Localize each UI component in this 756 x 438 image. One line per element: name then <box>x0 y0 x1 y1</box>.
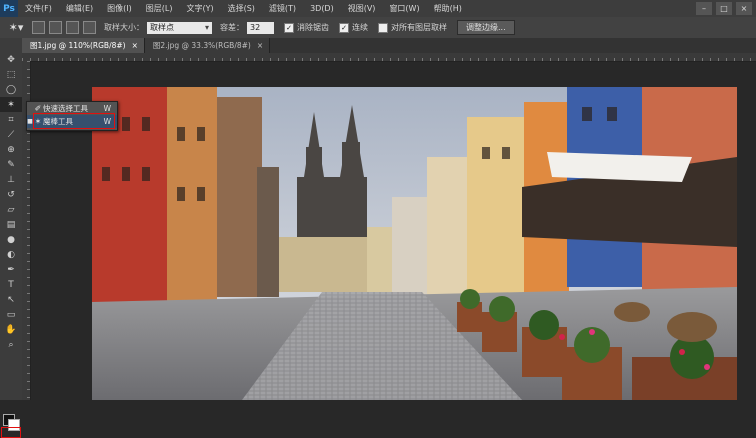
tab-image1-close-icon[interactable]: × <box>132 38 138 53</box>
tool-highlight-box <box>1 427 21 438</box>
menu-layer[interactable]: 图层(L) <box>139 0 180 17</box>
sample-all-layers-option[interactable]: 对所有图层取样 <box>378 22 447 33</box>
photoshop-logo: Ps <box>0 0 18 17</box>
healing-brush-icon[interactable]: ⊕ <box>0 142 22 157</box>
tab-image2-label: 图2.jpg @ 33.3%(RGB/8#) <box>152 41 251 50</box>
move-tool-icon[interactable]: ✥ <box>0 52 22 67</box>
document-canvas[interactable] <box>92 87 737 400</box>
street-photo <box>92 87 737 400</box>
pen-tool-icon[interactable]: ✒ <box>0 262 22 277</box>
tab-image1-label: 图1.jpg @ 110%(RGB/8#) <box>30 41 126 50</box>
eyedropper-tool-icon[interactable]: ⟋ <box>0 127 22 142</box>
antialias-option[interactable]: ✓ 消除锯齿 <box>284 22 329 33</box>
sample-size-label: 取样大小： <box>104 23 144 32</box>
menu-type[interactable]: 文字(Y) <box>179 0 220 17</box>
menu-3d[interactable]: 3D(D) <box>303 0 341 17</box>
dodge-tool-icon[interactable]: ◐ <box>0 247 22 262</box>
close-button[interactable]: × <box>736 2 752 15</box>
tolerance-input[interactable]: 32 <box>247 21 274 34</box>
new-selection-icon[interactable] <box>32 21 45 34</box>
contiguous-label: 连续 <box>352 23 368 32</box>
window-controls: – □ × <box>696 0 752 17</box>
gradient-tool-icon[interactable]: ▤ <box>0 217 22 232</box>
toolbox-header <box>0 38 22 52</box>
tab-image2[interactable]: 图2.jpg @ 33.3%(RGB/8#) × <box>144 38 271 53</box>
refine-edge-button[interactable]: 调整边缘... <box>457 20 515 35</box>
contiguous-checkbox[interactable]: ✓ <box>339 22 349 33</box>
tab-image1[interactable]: 图1.jpg @ 110%(RGB/8#) × <box>22 38 145 53</box>
eraser-tool-icon[interactable]: ▱ <box>0 202 22 217</box>
contiguous-option[interactable]: ✓ 连续 <box>339 22 368 33</box>
quick-selection-icon: ✐ <box>34 104 42 113</box>
magic-wand-preset-icon[interactable]: ✶▾ <box>4 19 28 37</box>
document-tab-bar: 图1.jpg @ 110%(RGB/8#) × 图2.jpg @ 33.3%(R… <box>22 38 756 53</box>
menu-file[interactable]: 文件(F) <box>18 0 59 17</box>
shortcut-key: W <box>103 104 111 113</box>
marquee-tool-icon[interactable]: ⬚ <box>0 67 22 82</box>
antialias-label: 消除锯齿 <box>297 23 329 32</box>
menu-window[interactable]: 窗口(W) <box>382 0 426 17</box>
magic-wand-tool-icon[interactable]: ✶ <box>0 97 22 112</box>
flyout-highlight-box <box>33 113 115 129</box>
intersect-selection-icon[interactable] <box>83 21 96 34</box>
minimize-button[interactable]: – <box>696 2 712 15</box>
menu-view[interactable]: 视图(V) <box>341 0 383 17</box>
blur-tool-icon[interactable]: ● <box>0 232 22 247</box>
subtract-from-selection-icon[interactable] <box>66 21 79 34</box>
clone-stamp-icon[interactable]: ⊥ <box>0 172 22 187</box>
history-brush-icon[interactable]: ↺ <box>0 187 22 202</box>
toolbox: ✥ ⬚ ◯ ✶ ⌗ ⟋ ⊕ ✎ ⊥ ↺ ▱ ▤ ● ◐ ✒ T ↖ ▭ ✋ ⌕ <box>0 38 23 438</box>
sample-all-layers-checkbox[interactable] <box>378 22 388 33</box>
tab-image2-close-icon[interactable]: × <box>257 38 263 53</box>
options-bar: ✶▾ 取样大小： 取样点 容差： 32 ✓ 消除锯齿 ✓ 连续 对所有图层取样 … <box>0 17 756 39</box>
path-selection-icon[interactable]: ↖ <box>0 292 22 307</box>
menu-bar: Ps 文件(F) 编辑(E) 图像(I) 图层(L) 文字(Y) 选择(S) 滤… <box>0 0 756 17</box>
tolerance-label: 容差： <box>220 23 244 32</box>
shape-tool-icon[interactable]: ▭ <box>0 307 22 322</box>
crop-tool-icon[interactable]: ⌗ <box>0 112 22 127</box>
antialias-checkbox[interactable]: ✓ <box>284 22 294 33</box>
sample-all-layers-label: 对所有图层取样 <box>391 23 447 32</box>
hand-tool-icon[interactable]: ✋ <box>0 322 22 337</box>
menu-image[interactable]: 图像(I) <box>100 0 139 17</box>
sample-size-select[interactable]: 取样点 <box>147 21 212 34</box>
menu-edit[interactable]: 编辑(E) <box>59 0 100 17</box>
brush-tool-icon[interactable]: ✎ <box>0 157 22 172</box>
horizontal-ruler <box>22 53 756 62</box>
menu-help[interactable]: 帮助(H) <box>427 0 469 17</box>
menu-filter[interactable]: 滤镜(T) <box>262 0 303 17</box>
lasso-tool-icon[interactable]: ◯ <box>0 82 22 97</box>
menu-select[interactable]: 选择(S) <box>221 0 262 17</box>
maximize-button[interactable]: □ <box>716 2 732 15</box>
zoom-tool-icon[interactable]: ⌕ <box>0 337 22 352</box>
add-to-selection-icon[interactable] <box>49 21 62 34</box>
type-tool-icon[interactable]: T <box>0 277 22 292</box>
